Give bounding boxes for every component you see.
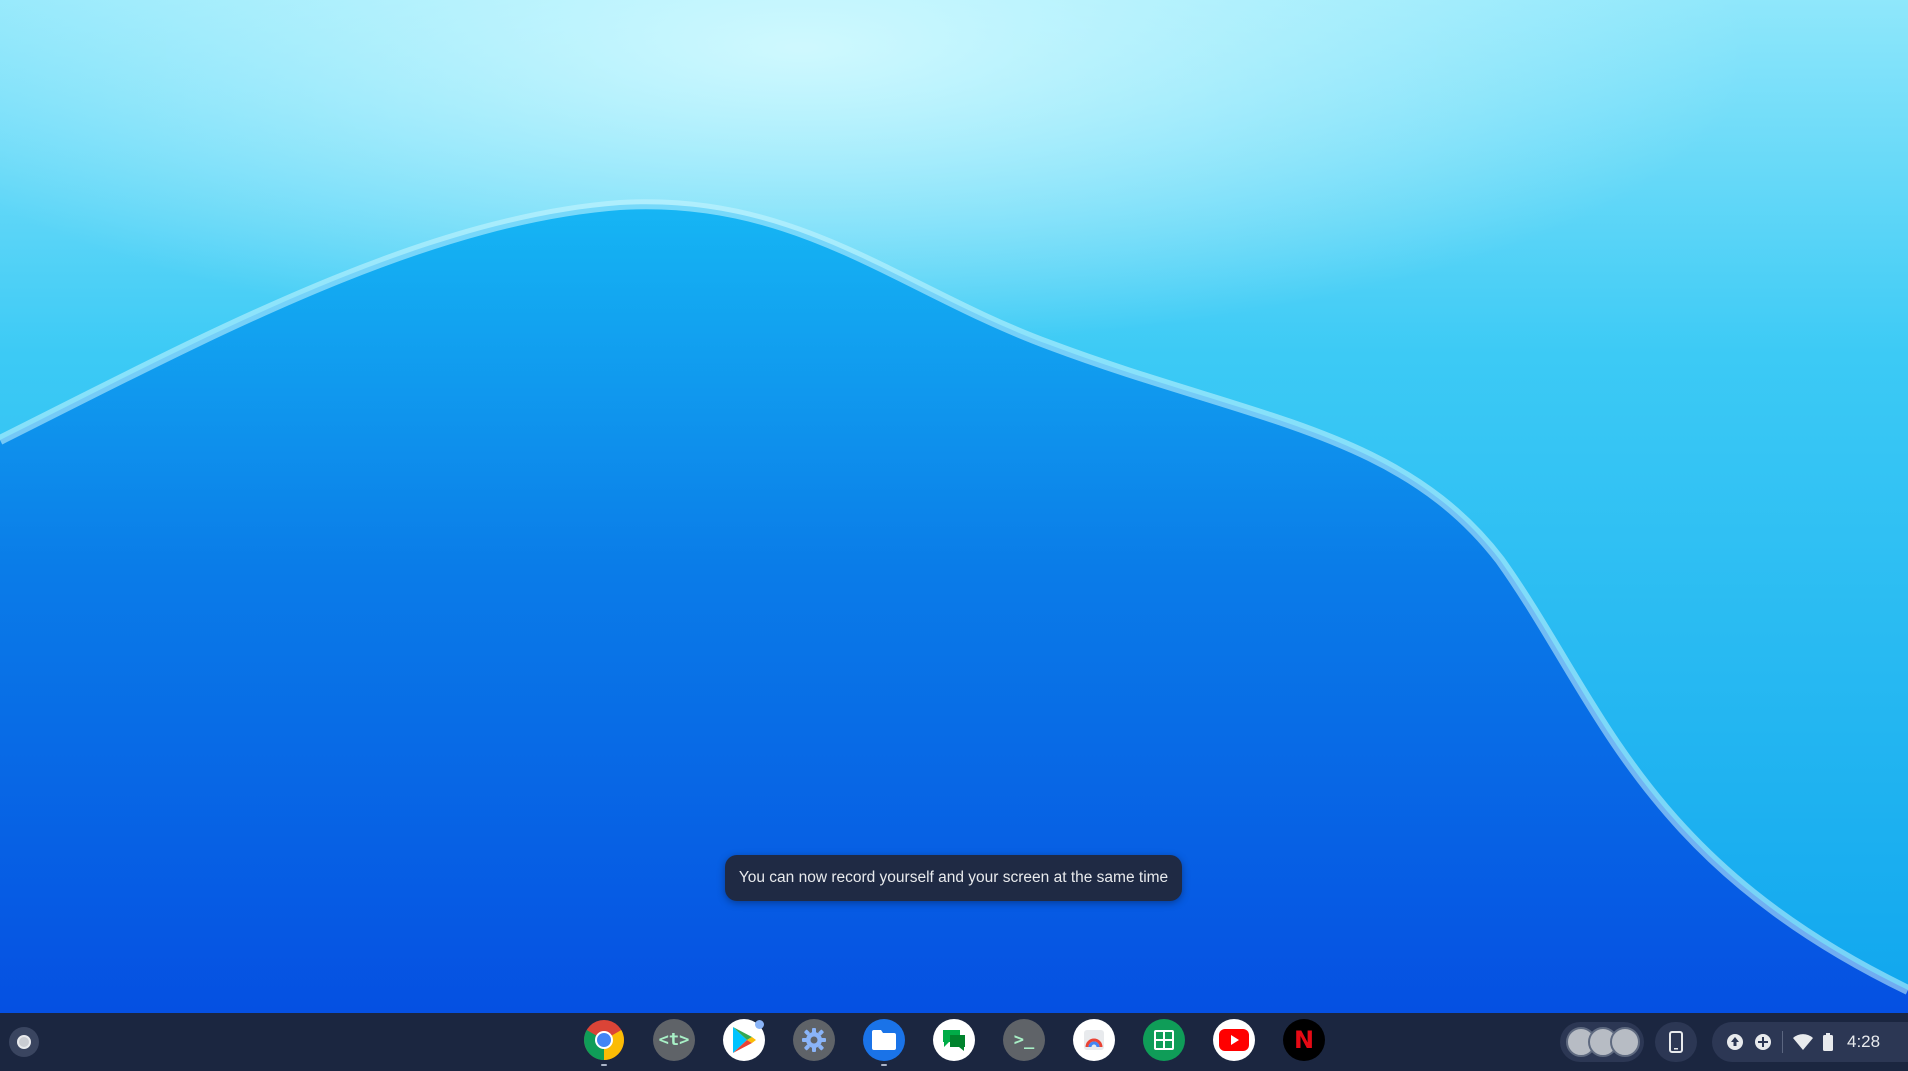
app-netflix[interactable]: N [1283,1019,1325,1061]
app-youtube[interactable] [1213,1019,1255,1061]
app-chrome[interactable] [583,1019,625,1066]
app-diagnostics[interactable] [1073,1019,1115,1061]
shelf-apps: <t> >_ N [583,1019,1325,1066]
holding-space-thumbnail [1610,1027,1640,1057]
holding-space-tray[interactable] [1560,1022,1644,1062]
running-indicator [601,1064,607,1066]
app-text-editor[interactable]: <t> [653,1019,695,1061]
clock: 4:28 [1847,1032,1881,1051]
terminal-icon: >_ [1013,1030,1035,1050]
youtube-icon [1219,1029,1249,1051]
upload-icon [1727,1034,1743,1050]
app-files[interactable] [863,1019,905,1066]
chat-icon [943,1030,965,1051]
app-settings[interactable] [793,1019,835,1061]
diagnostics-icon [1084,1030,1104,1050]
chrome-icon [584,1020,624,1060]
files-folder-icon [872,1030,896,1050]
play-store-icon [733,1027,756,1053]
status-area[interactable]: 4:28 [1712,1022,1908,1062]
launcher-button[interactable] [9,1027,39,1057]
running-indicator [881,1064,887,1066]
phone-icon [1669,1031,1683,1053]
notification-badge [755,1020,764,1029]
netflix-icon: N [1293,1026,1315,1054]
screen-capture-toast: You can now record yourself and your scr… [725,855,1182,901]
text-editor-icon: <t> [658,1030,690,1050]
app-play-store[interactable] [723,1019,765,1061]
tray-separator [1782,1031,1783,1053]
sheets-icon [1154,1030,1174,1050]
launcher-circle-icon [17,1035,31,1049]
battery-icon [1823,1033,1833,1051]
app-sheets[interactable] [1143,1019,1185,1061]
wifi-icon [1793,1034,1813,1050]
app-chat[interactable] [933,1019,975,1061]
settings-gear-icon [802,1028,826,1052]
phone-hub-button[interactable] [1655,1022,1697,1062]
toast-message: You can now record yourself and your scr… [738,869,1169,886]
app-terminal[interactable]: >_ [1003,1019,1045,1061]
add-circle-icon [1755,1034,1771,1050]
